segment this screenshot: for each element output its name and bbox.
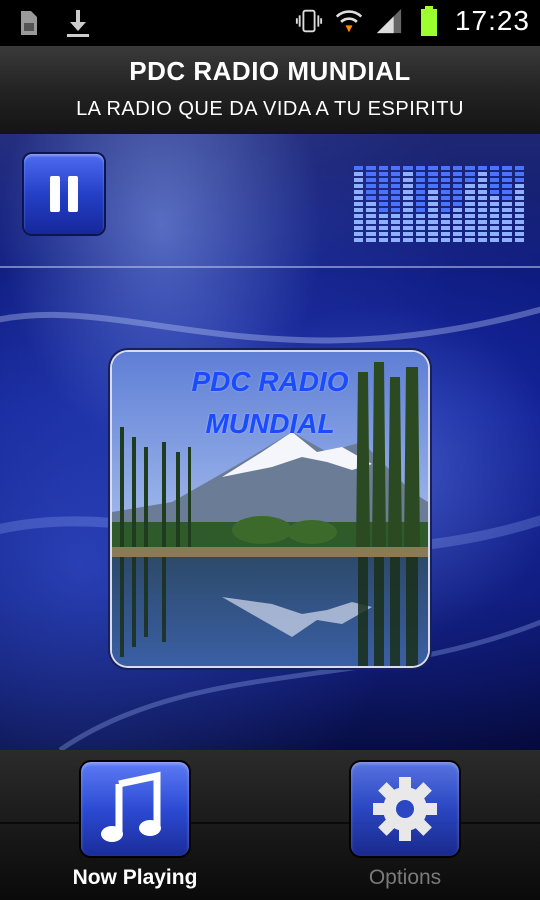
tab-options-label[interactable]: Options bbox=[305, 866, 505, 890]
equalizer-bar bbox=[403, 162, 413, 242]
equalizer-bar bbox=[440, 162, 450, 242]
status-time: 17:23 bbox=[454, 5, 530, 36]
equalizer-bar bbox=[514, 162, 525, 242]
control-bar bbox=[0, 134, 540, 268]
album-art: PDC RADIO MUNDIAL bbox=[112, 352, 428, 666]
album-art-text-line2: MUNDIAL bbox=[205, 408, 335, 439]
landscape-image bbox=[112, 352, 428, 666]
equalizer-bar bbox=[354, 162, 364, 242]
equalizer-bar bbox=[378, 162, 389, 242]
download-icon bbox=[64, 6, 92, 40]
tab-now-playing[interactable] bbox=[81, 762, 189, 856]
equalizer-bar bbox=[465, 162, 475, 242]
equalizer-bar bbox=[489, 162, 500, 242]
bottom-nav: Now Playing Options bbox=[0, 750, 540, 900]
vibrate-icon bbox=[295, 4, 323, 38]
equalizer-bar bbox=[366, 162, 376, 242]
equalizer-icon bbox=[354, 162, 525, 242]
pause-button[interactable] bbox=[24, 154, 104, 234]
page-subtitle: LA RADIO QUE DA VIDA A TU ESPIRITU bbox=[76, 98, 464, 120]
wifi-icon bbox=[335, 4, 363, 38]
music-note-icon bbox=[101, 771, 161, 842]
sd-card-icon bbox=[14, 6, 42, 40]
tab-options[interactable] bbox=[351, 762, 459, 856]
status-bar: 17:23 bbox=[0, 0, 540, 46]
equalizer-bar bbox=[391, 162, 401, 242]
header: PDC RADIO MUNDIAL LA RADIO QUE DA VIDA A… bbox=[0, 46, 540, 136]
gear-icon bbox=[373, 777, 437, 841]
equalizer-bar bbox=[452, 162, 463, 242]
page-title: PDC RADIO MUNDIAL bbox=[129, 56, 411, 86]
equalizer-bar bbox=[477, 162, 487, 242]
battery-icon bbox=[415, 4, 443, 38]
player-area: PDC RADIO MUNDIAL bbox=[0, 134, 540, 750]
signal-icon bbox=[375, 4, 403, 38]
equalizer-bar bbox=[502, 162, 512, 242]
tab-now-playing-label[interactable]: Now Playing bbox=[35, 866, 235, 890]
equalizer-bar bbox=[415, 162, 426, 242]
album-art-text-line1: PDC RADIO bbox=[191, 366, 349, 397]
equalizer-bar bbox=[428, 162, 438, 242]
